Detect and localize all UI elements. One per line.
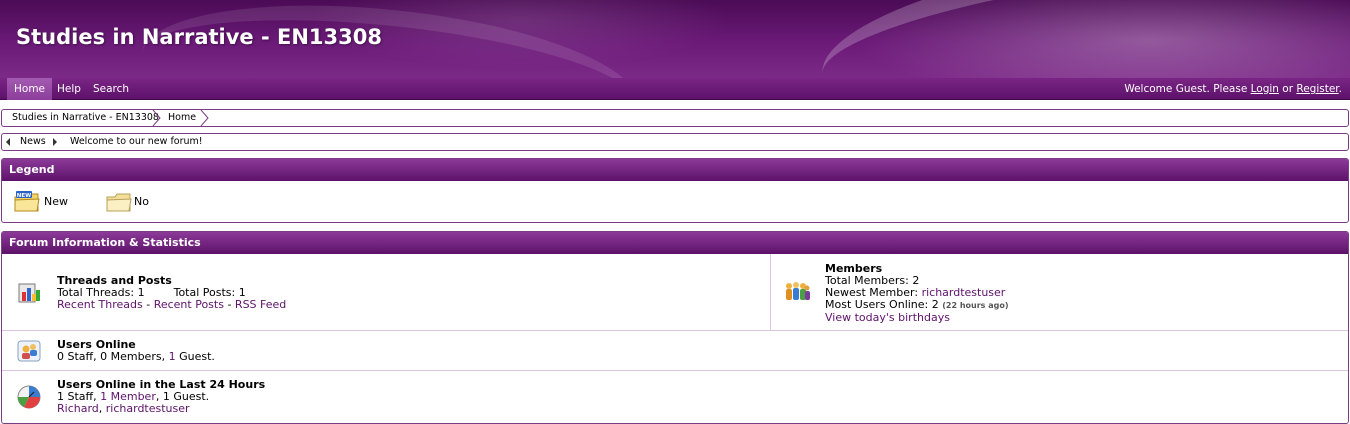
- nav-help[interactable]: Help: [50, 78, 88, 100]
- online-24h-block: Users Online in the Last 24 Hours 1 Staf…: [57, 378, 265, 415]
- legend-title: Legend: [2, 159, 1348, 181]
- members-block: Members Total Members: 2 Newest Member: …: [825, 262, 1008, 324]
- link-separator: -: [142, 298, 154, 311]
- threads-posts-icon: [18, 283, 40, 303]
- site-header: Studies in Narrative - EN13308: [0, 0, 1350, 78]
- nav-bar: Home Help Search Welcome Guest. Please L…: [0, 78, 1350, 100]
- online-24h-users: Richard, richardtestuser: [57, 403, 265, 415]
- recent-posts-link[interactable]: Recent Posts: [154, 298, 224, 311]
- most-online-label: Most Users Online: 2: [825, 298, 943, 311]
- news-next-icon[interactable]: [53, 138, 57, 146]
- nav-search[interactable]: Search: [86, 78, 136, 100]
- users-online-icon: [17, 340, 41, 362]
- breadcrumb-separator-icon: [200, 110, 209, 126]
- rss-feed-link[interactable]: RSS Feed: [235, 298, 286, 311]
- news-prev-icon[interactable]: [6, 138, 10, 146]
- legend-new-posts: New Posts: [44, 195, 73, 222]
- stats-title: Forum Information & Statistics: [2, 232, 1348, 254]
- news-ticker: News Welcome to our new forum!: [1, 133, 1349, 151]
- users-online-block: Users Online 0 Staff, 0 Members, 1 Guest…: [57, 338, 215, 363]
- breadcrumb-item-forum[interactable]: Studies in Narrative - EN13308: [12, 110, 159, 126]
- user-link-richard[interactable]: Richard: [57, 402, 99, 415]
- recent-threads-link[interactable]: Recent Threads: [57, 298, 143, 311]
- online-24h-icon: [17, 385, 41, 409]
- guest-count-link[interactable]: 1: [169, 350, 176, 363]
- breadcrumb: Studies in Narrative - EN13308 Home: [1, 109, 1349, 127]
- members-icon: [786, 282, 810, 300]
- users-online-suffix: Guest.: [175, 350, 215, 363]
- threads-posts-links: Recent Threads - Recent Posts - RSS Feed: [57, 299, 286, 311]
- stats-row-users-online: Users Online 0 Staff, 0 Members, 1 Guest…: [2, 330, 1348, 370]
- breadcrumb-separator-icon: [152, 110, 161, 126]
- site-title[interactable]: Studies in Narrative - EN13308: [16, 25, 382, 49]
- legend-panel: Legend NEW New Posts No New Posts: [1, 158, 1349, 223]
- stats-divider: [770, 254, 771, 330]
- login-link[interactable]: Login: [1251, 83, 1279, 95]
- welcome-or: or: [1278, 83, 1297, 95]
- most-online-when: (22 hours ago): [942, 301, 1009, 310]
- header-decoration: [812, 0, 1350, 78]
- no-new-posts-folder-icon: [106, 193, 132, 212]
- users-online-line: 0 Staff, 0 Members, 1 Guest.: [57, 351, 215, 363]
- stats-row-online-24h: Users Online in the Last 24 Hours 1 Staf…: [2, 370, 1348, 423]
- svg-text:NEW: NEW: [17, 193, 31, 199]
- stats-panel: Forum Information & Statistics Threads a…: [1, 231, 1349, 424]
- user-separator: ,: [98, 402, 106, 415]
- threads-posts-block: Threads and Posts Total Threads: 1 Total…: [57, 274, 286, 311]
- welcome-text: Welcome Guest. Please: [1124, 83, 1251, 95]
- news-text[interactable]: Welcome to our new forum!: [70, 134, 203, 150]
- news-label: News: [20, 136, 46, 147]
- nav-home[interactable]: Home: [7, 78, 53, 100]
- birthdays-link[interactable]: View today's birthdays: [825, 311, 950, 324]
- new-posts-folder-icon: NEW: [14, 191, 40, 212]
- link-separator: -: [223, 298, 235, 311]
- stats-row-threads-members: Threads and Posts Total Threads: 1 Total…: [2, 254, 1348, 330]
- user-link-richardtestuser[interactable]: richardtestuser: [106, 402, 190, 415]
- welcome-message: Welcome Guest. Please Login or Register.: [1124, 78, 1342, 100]
- legend-no-new-posts: No New Posts: [134, 195, 158, 222]
- birthdays-line: View today's birthdays: [825, 312, 1008, 324]
- breadcrumb-item-home[interactable]: Home: [168, 110, 196, 126]
- users-online-counts: 0 Staff, 0 Members,: [57, 350, 169, 363]
- register-link[interactable]: Register: [1296, 83, 1338, 95]
- welcome-period: .: [1338, 83, 1342, 95]
